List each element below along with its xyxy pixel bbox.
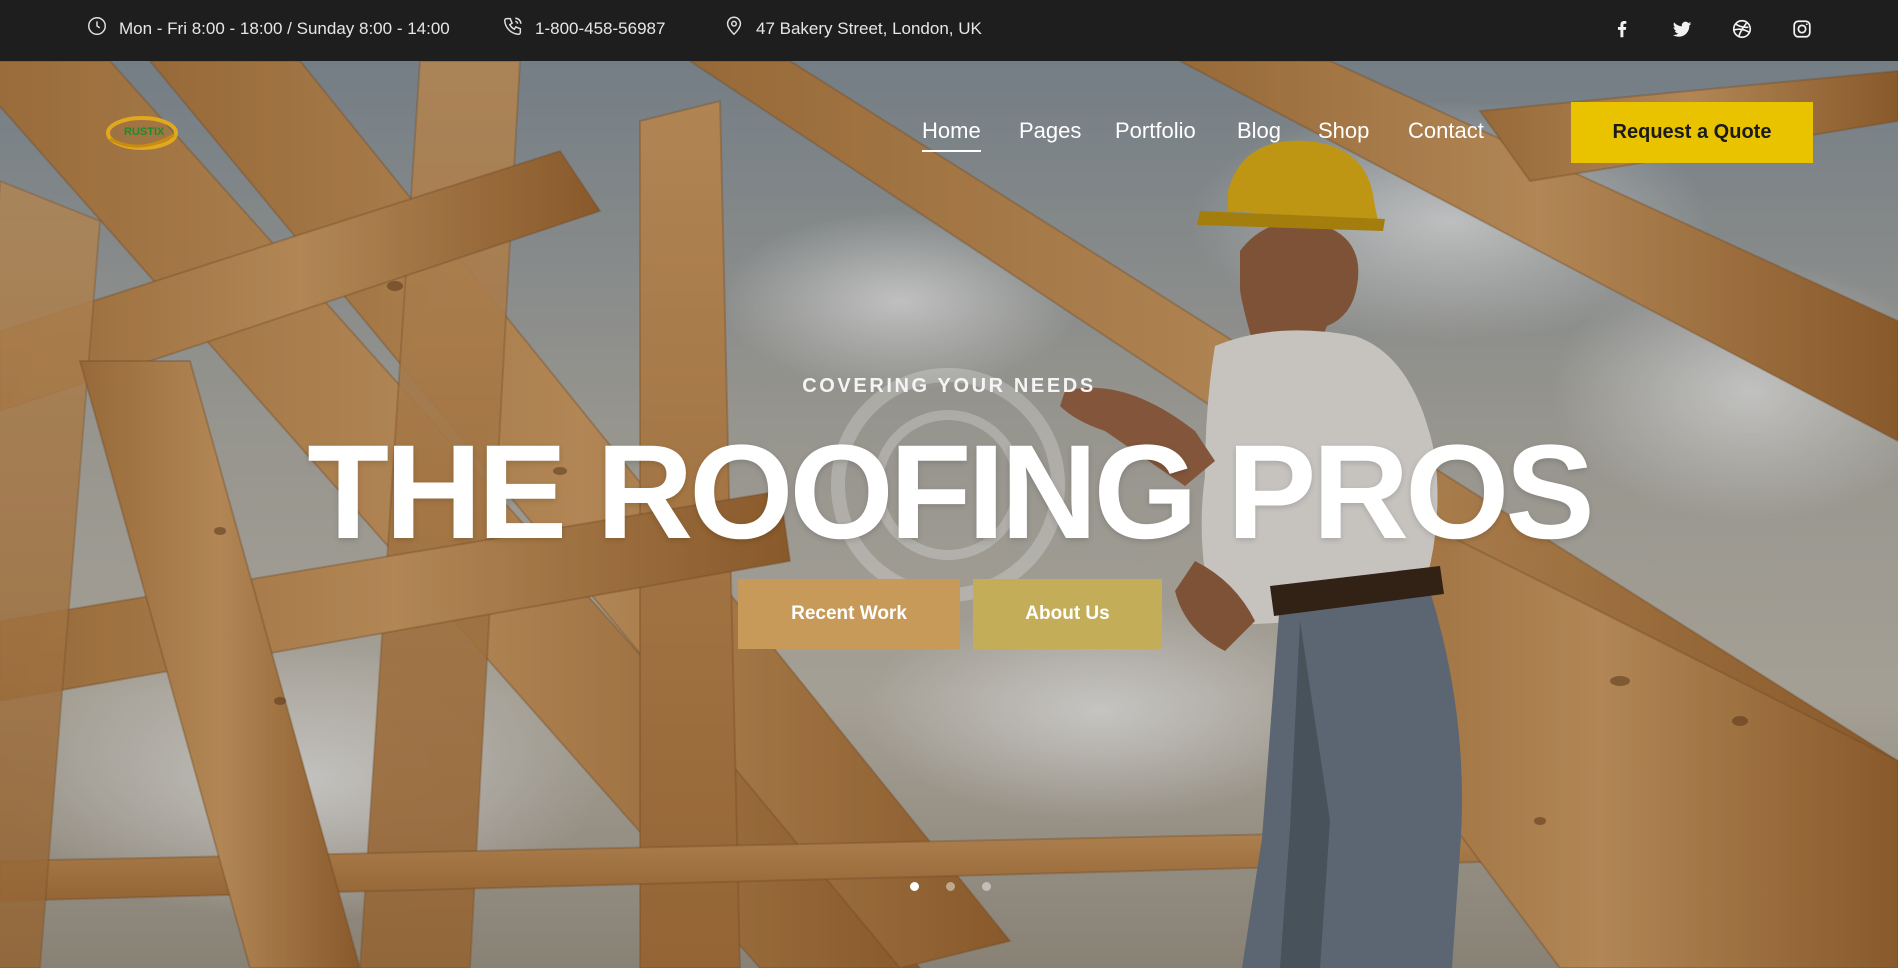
twitter-icon[interactable] [1668, 0, 1696, 57]
address: 47 Bakery Street, London, UK [723, 0, 982, 57]
request-quote-button[interactable]: Request a Quote [1571, 102, 1813, 163]
map-pin-icon [723, 15, 745, 42]
dribbble-icon[interactable] [1728, 0, 1756, 57]
hero-eyebrow: COVERING YOUR NEEDS [802, 375, 1096, 397]
clock-icon [86, 15, 108, 42]
slider-dot-3[interactable] [982, 882, 991, 891]
recent-work-button[interactable]: Recent Work [738, 579, 960, 649]
opening-hours-text: Mon - Fri 8:00 - 18:00 / Sunday 8:00 - 1… [119, 18, 450, 38]
hero-headline: THE ROOFING PROS [307, 418, 1595, 567]
top-info-bar: Mon - Fri 8:00 - 18:00 / Sunday 8:00 - 1… [0, 0, 1898, 61]
slider-dot-2[interactable] [946, 882, 955, 891]
nav-shop[interactable]: Shop [1318, 118, 1369, 144]
nav-blog[interactable]: Blog [1237, 118, 1281, 144]
about-us-button[interactable]: About Us [973, 579, 1162, 649]
slider-dot-1[interactable] [910, 882, 919, 891]
address-text: 47 Bakery Street, London, UK [756, 18, 982, 38]
logo-text: RUSTIX [124, 126, 165, 138]
instagram-icon[interactable] [1788, 0, 1816, 57]
phone-number-text: 1-800-458-56987 [535, 18, 666, 38]
nav-home[interactable]: Home [922, 118, 981, 152]
phone-number[interactable]: 1-800-458-56987 [502, 0, 665, 57]
facebook-icon[interactable] [1608, 0, 1636, 57]
opening-hours: Mon - Fri 8:00 - 18:00 / Sunday 8:00 - 1… [86, 0, 450, 57]
nav-pages[interactable]: Pages [1019, 118, 1081, 144]
phone-icon [502, 15, 524, 42]
nav-portfolio[interactable]: Portfolio [1115, 118, 1196, 144]
site-logo[interactable]: RUSTIX [104, 109, 182, 153]
hero-slider: RUSTIX Home Pages Portfolio Blog Shop Co… [0, 61, 1898, 968]
nav-contact[interactable]: Contact [1408, 118, 1484, 144]
